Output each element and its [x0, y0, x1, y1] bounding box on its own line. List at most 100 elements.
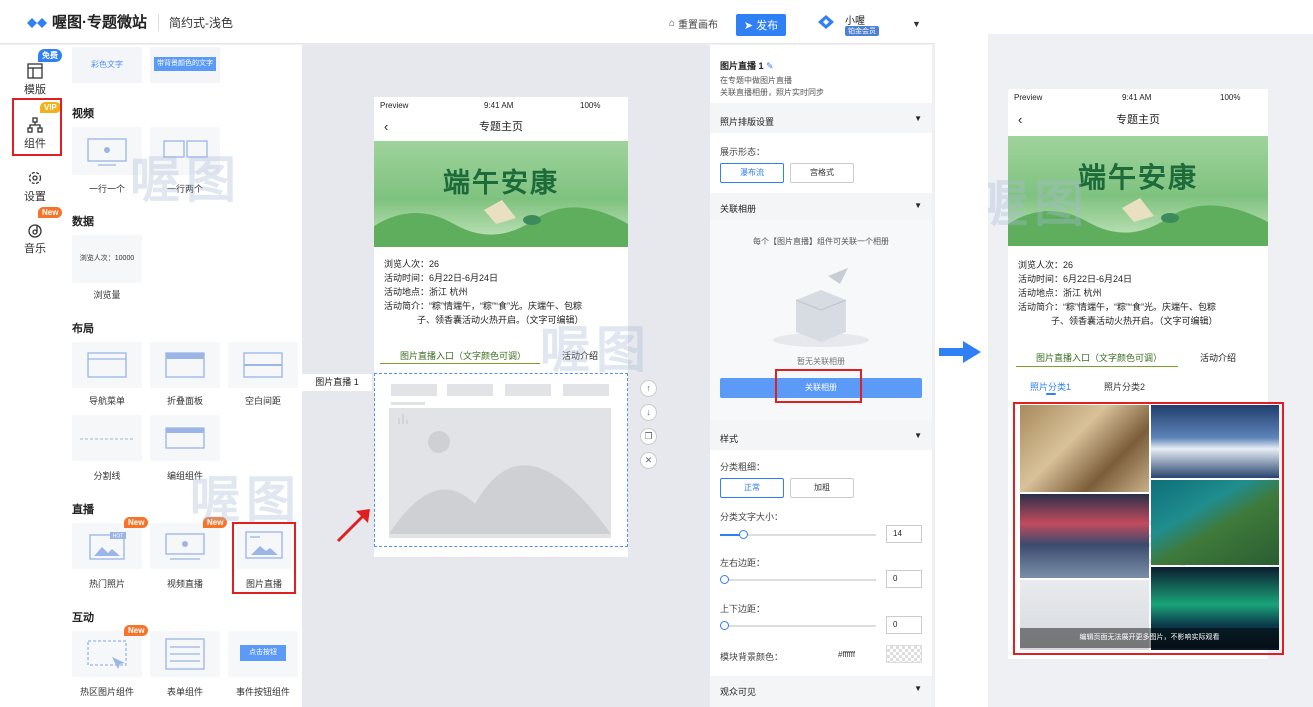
editor-screenshot: 喔图·专题微站 简约式-浅色 ⌂ 重置画布 ➤ 发布 小喔 铂金会员 ▼ 模版 … [0, 0, 935, 707]
nav-item-templates[interactable]: 模版 [14, 63, 56, 97]
nav-item-music[interactable]: 音乐 [14, 222, 56, 256]
preview-info-location: 活动地点：浙江 杭州 [1018, 288, 1102, 298]
ud-margin-slider[interactable] [720, 621, 876, 630]
chevron-down-icon: ▼ [914, 431, 922, 440]
collapse-card[interactable] [150, 342, 220, 388]
collapse-panel-icon [165, 352, 205, 378]
lr-margin-slider[interactable] [720, 575, 876, 584]
reset-label: 重置画布 [678, 20, 719, 31]
phone-title: 专题主页 [479, 121, 523, 133]
preview-tab-photo-live[interactable]: 图片直播入口（文字颜色可调） [1036, 351, 1162, 364]
info-desc-2: 子、领香囊活动火热开启。（文字可编辑） [417, 315, 584, 325]
bg-color-swatch[interactable] [886, 645, 922, 663]
move-down-icon[interactable]: ↓ [640, 404, 657, 421]
back-icon[interactable]: ‹ [384, 113, 388, 141]
preview-tab-activity[interactable]: 活动介绍 [1200, 351, 1236, 364]
event-button-preview: 点击按钮 [240, 645, 286, 661]
move-up-icon[interactable]: ↑ [640, 380, 657, 397]
nav-label-music: 音乐 [24, 243, 46, 255]
delete-icon[interactable]: ✕ [640, 452, 657, 469]
info-location: 活动地点：浙江 杭州 [384, 287, 468, 297]
preview-carrier: Preview [1014, 93, 1043, 102]
send-icon: ➤ [743, 19, 754, 32]
ud-margin-knob[interactable] [720, 621, 729, 630]
music-icon [28, 224, 42, 238]
video-two-card[interactable] [150, 127, 220, 175]
video-one-card[interactable] [72, 127, 142, 175]
back-icon[interactable]: ‹ [1018, 105, 1022, 135]
prop-title: 图片直播 1 ✎ [720, 59, 774, 72]
nav-item-settings[interactable]: 设置 [14, 170, 56, 204]
nav-menu-card[interactable] [72, 342, 142, 388]
option-waterfall[interactable]: 瀑布流 [720, 163, 784, 183]
user-name[interactable]: 小喔 [845, 12, 865, 27]
event-button-label: 事件按钮组件 [235, 687, 290, 697]
section-head-audience[interactable]: 观众可见 ▼ [710, 678, 932, 702]
ud-margin-label: 上下边距： [720, 604, 766, 614]
colored-text-card[interactable]: 彩色文字 [72, 47, 142, 83]
spacing-card[interactable] [228, 342, 298, 388]
pageview-card[interactable]: 浏览人次：10000 [72, 235, 142, 283]
section-title-live: 直播 [72, 504, 94, 516]
font-size-slider-knob[interactable] [739, 530, 749, 539]
weight-label: 分类粗细： [720, 462, 766, 472]
photo-live-highlight-box [232, 522, 296, 594]
info-views: 浏览人次：26 [384, 259, 440, 269]
divider-card[interactable] [72, 415, 142, 461]
event-button-card[interactable]: 点击按钮 [228, 631, 298, 677]
hotzone-card[interactable] [72, 631, 142, 677]
section-head-style[interactable]: 样式 ▼ [710, 425, 932, 449]
tab-activity[interactable]: 活动介绍 [562, 349, 598, 362]
copy-icon[interactable]: ❐ [640, 428, 657, 445]
video-live-label: 视频直播 [166, 579, 203, 589]
publish-button[interactable]: ➤ 发布 [736, 14, 786, 36]
new-badge-video-live: New [203, 517, 228, 528]
tab-underline [380, 363, 540, 364]
font-size-slider[interactable] [720, 530, 876, 539]
album-hint: 每个【图片直播】组件可关联一个相册 [753, 237, 889, 246]
video-live-card[interactable] [150, 523, 220, 569]
chevron-down-icon[interactable]: ▼ [912, 19, 921, 29]
form-icon [165, 638, 205, 670]
publish-label: 发布 [756, 20, 779, 32]
hot-photo-card[interactable]: HOT [72, 523, 142, 569]
lr-margin-input[interactable]: 0 [886, 570, 922, 588]
user-avatar-icon[interactable] [817, 14, 835, 30]
option-grid[interactable]: 宫格式 [790, 163, 854, 183]
category-tab-1[interactable]: 照片分类1 [1030, 380, 1071, 393]
edit-icon[interactable]: ✎ [766, 61, 774, 71]
form-label: 表单组件 [166, 687, 203, 697]
info-time: 活动时间：6月22日-6月24日 [384, 273, 499, 283]
form-card[interactable] [150, 631, 220, 677]
font-size-input[interactable]: 14 [886, 525, 922, 543]
banner-image: 端午安康 [374, 141, 628, 247]
reset-icon: ⌂ [669, 18, 676, 29]
weight-bold[interactable]: 加粗 [790, 478, 854, 498]
reset-canvas-button[interactable]: ⌂ 重置画布 [669, 16, 718, 31]
prop-desc-1: 在专题中做图片直播 [720, 76, 792, 85]
photo-live-placeholder[interactable] [374, 373, 628, 547]
group-label: 编组组件 [166, 471, 203, 481]
app-logo[interactable]: 喔图·专题微站 [26, 11, 147, 32]
nav-menu-label: 导航菜单 [88, 396, 125, 406]
weight-normal[interactable]: 正常 [720, 478, 784, 498]
template-name: 简约式-浅色 [158, 14, 233, 31]
preview-info-views: 浏览人次：26 [1018, 260, 1074, 270]
free-badge: 免费 [38, 49, 62, 62]
lr-margin-knob[interactable] [720, 575, 729, 584]
section-title-layout: 布局 [72, 323, 94, 335]
prop-title-text: 图片直播 1 [720, 61, 764, 71]
group-card[interactable] [150, 415, 220, 461]
category-tab-2[interactable]: 照片分类2 [1104, 380, 1145, 393]
style-section: 分类粗细： 正常 加粗 分类文字大小： 14 左右边距： 0 上下边距： 0 模… [710, 450, 932, 676]
section-head-album[interactable]: 关联相册 ▼ [710, 195, 932, 219]
group-icon [165, 427, 205, 449]
section-head-layout[interactable]: 照片排版设置 ▼ [710, 108, 932, 132]
ud-margin-input[interactable]: 0 [886, 616, 922, 634]
tab-photo-live[interactable]: 图片直播入口（文字颜色可调） [400, 349, 526, 362]
prop-desc-2: 关联直播相册，照片实时同步 [720, 88, 824, 97]
layout-icon [27, 63, 43, 79]
chevron-down-icon: ▼ [914, 114, 922, 123]
zongzi-illustration [374, 200, 628, 247]
bg-text-card[interactable]: 带背景颜色的文字 [150, 47, 220, 83]
